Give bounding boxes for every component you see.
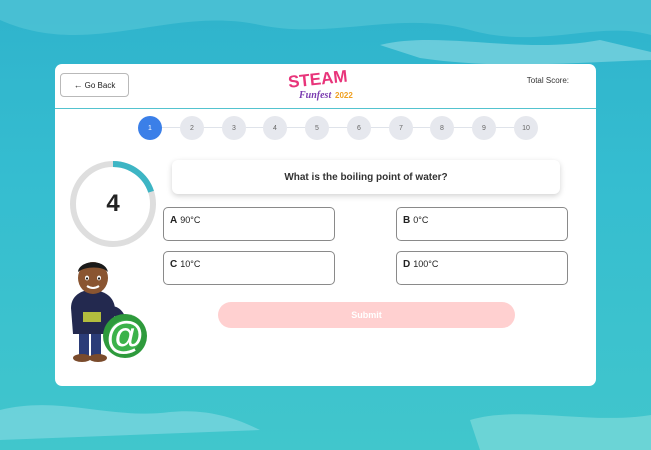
go-back-button[interactable]: ← Go Back <box>60 73 129 97</box>
total-score-label: Total Score: <box>526 76 569 85</box>
svg-text:STEAM: STEAM <box>287 67 348 92</box>
steam-funfest-logo: STEAM Funfest 2022 <box>287 67 353 101</box>
quiz-header: ← Go Back STEAM Funfest 2022 Total Score… <box>55 64 596 109</box>
quiz-card: ← Go Back STEAM Funfest 2022 Total Score… <box>55 64 596 386</box>
countdown-value: 4 <box>106 190 120 217</box>
option-c[interactable]: C 10°C <box>163 251 335 285</box>
option-d[interactable]: D 100°C <box>396 251 568 285</box>
option-text: 100°C <box>413 259 439 269</box>
option-letter: B <box>403 215 411 226</box>
option-text: 0°C <box>413 215 429 225</box>
step-1[interactable]: 1 <box>138 116 162 140</box>
arrow-left-icon: ← <box>73 79 83 90</box>
option-letter: D <box>403 259 411 270</box>
step-10[interactable]: 10 <box>514 116 538 140</box>
svg-text:2022: 2022 <box>335 91 353 100</box>
stepper-line <box>150 127 526 128</box>
step-3[interactable]: 3 <box>222 116 246 140</box>
submit-button[interactable]: Submit <box>218 302 515 328</box>
step-5[interactable]: 5 <box>305 116 329 140</box>
option-letter: C <box>170 259 178 270</box>
step-6[interactable]: 6 <box>347 116 371 140</box>
step-8[interactable]: 8 <box>430 116 454 140</box>
option-text: 90°C <box>180 215 201 225</box>
option-text: 10°C <box>180 259 201 269</box>
step-7[interactable]: 7 <box>389 116 413 140</box>
go-back-label: Go Back <box>84 80 116 90</box>
option-letter: A <box>170 215 178 226</box>
mascot-illustration: @ <box>71 262 147 362</box>
svg-text:Funfest: Funfest <box>298 90 332 101</box>
step-2[interactable]: 2 <box>180 116 204 140</box>
option-b[interactable]: B 0°C <box>396 207 568 241</box>
question-stepper: 1 2 3 4 5 6 7 8 9 10 <box>138 116 538 140</box>
svg-text:@: @ <box>106 315 143 357</box>
step-4[interactable]: 4 <box>263 116 287 140</box>
option-a[interactable]: A 90°C <box>163 207 335 241</box>
step-9[interactable]: 9 <box>472 116 496 140</box>
question-text: What is the boiling point of water? <box>172 160 560 194</box>
